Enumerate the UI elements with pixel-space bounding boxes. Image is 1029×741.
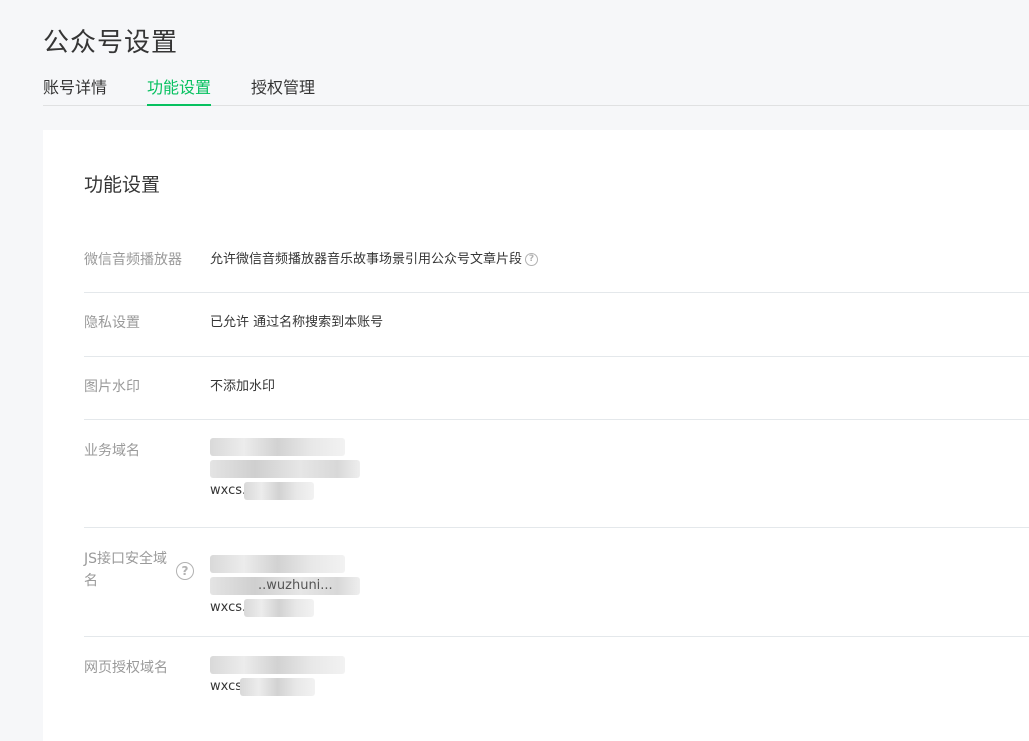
setting-value: 已允许 通过名称搜索到本账号 bbox=[210, 315, 384, 330]
setting-label: 微信音频播放器 bbox=[84, 252, 182, 268]
redacted-domain bbox=[210, 460, 360, 478]
setting-row-privacy: 隐私设置 已允许 通过名称搜索到本账号 bbox=[84, 293, 1029, 357]
page-title: 公众号设置 bbox=[43, 28, 179, 58]
tab-authorization-management[interactable]: 授权管理 bbox=[251, 76, 315, 105]
redacted-domain bbox=[240, 678, 315, 696]
redacted-domain bbox=[244, 599, 314, 617]
domain-entry: ..wuzhuni... bbox=[210, 575, 470, 597]
domain-entry bbox=[210, 553, 470, 575]
domain-entry: wxcs. bbox=[210, 597, 470, 619]
domain-entry: wxcs bbox=[210, 676, 470, 698]
domain-entry bbox=[210, 654, 470, 676]
domain-list: ..wuzhuni... wxcs. bbox=[210, 553, 470, 619]
setting-label: 图片水印 bbox=[84, 379, 140, 395]
redacted-domain bbox=[210, 555, 345, 573]
domain-entry bbox=[210, 458, 470, 480]
setting-label: 隐私设置 bbox=[84, 315, 140, 331]
domain-prefix: wxcs. bbox=[210, 600, 247, 615]
setting-label: 网页授权域名 bbox=[84, 660, 168, 676]
question-circle-icon[interactable]: ? bbox=[525, 253, 539, 266]
redacted-domain bbox=[210, 438, 345, 456]
setting-row-watermark: 图片水印 不添加水印 bbox=[84, 357, 1029, 420]
setting-value: 允许微信音频播放器音乐故事场景引用公众号文章片段? bbox=[210, 249, 539, 271]
redacted-domain bbox=[210, 656, 345, 674]
card-title: 功能设置 bbox=[84, 174, 161, 196]
setting-row-audio-player: 微信音频播放器 允许微信音频播放器音乐故事场景引用公众号文章片段? bbox=[84, 240, 1029, 293]
tab-bar: 账号详情 功能设置 授权管理 bbox=[43, 76, 1029, 106]
domain-list: wxcs. bbox=[210, 436, 470, 502]
setting-row-business-domain: 业务域名 wxcs. bbox=[84, 420, 1029, 528]
setting-value: 不添加水印 bbox=[210, 379, 276, 394]
setting-row-js-domain: JS接口安全域名 ? ..wuzhuni... wxcs. bbox=[84, 528, 1029, 637]
domain-prefix: wxcs. bbox=[210, 483, 247, 498]
domain-prefix: wxcs bbox=[210, 679, 243, 694]
setting-row-oauth-domain: 网页授权域名 wxcs bbox=[84, 637, 1029, 737]
domain-list: wxcs bbox=[210, 654, 470, 698]
setting-label: 业务域名 bbox=[84, 443, 140, 459]
domain-entry bbox=[210, 436, 470, 458]
redacted-domain bbox=[244, 482, 314, 500]
settings-card: 功能设置 微信音频播放器 允许微信音频播放器音乐故事场景引用公众号文章片段? 隐… bbox=[43, 130, 1029, 741]
domain-fragment: ..wuzhuni... bbox=[258, 578, 333, 593]
tab-feature-settings[interactable]: 功能设置 bbox=[147, 76, 212, 106]
setting-label: JS接口安全域名 bbox=[84, 551, 168, 589]
tab-account-details[interactable]: 账号详情 bbox=[43, 76, 107, 105]
setting-value-text: 允许微信音频播放器音乐故事场景引用公众号文章片段 bbox=[210, 252, 523, 267]
question-circle-icon[interactable]: ? bbox=[176, 562, 194, 580]
domain-entry: wxcs. bbox=[210, 480, 470, 502]
